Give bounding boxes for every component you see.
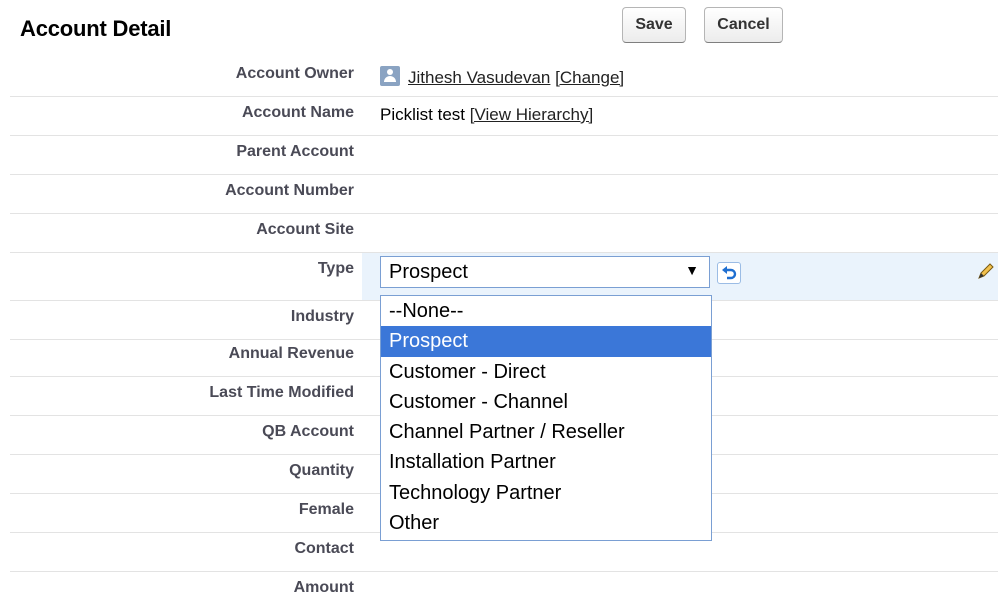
field-label: Account Number xyxy=(225,182,354,199)
option-customer-channel[interactable]: Customer - Channel xyxy=(381,387,711,417)
field-label: Annual Revenue xyxy=(228,345,354,362)
undo-icon[interactable] xyxy=(717,262,741,284)
owner-link[interactable]: Jithesh Vasudevan xyxy=(408,68,550,87)
type-select[interactable]: Prospect ▼ xyxy=(380,256,710,288)
pencil-icon[interactable] xyxy=(976,261,996,286)
field-label: Amount xyxy=(293,579,354,596)
option-customer-direct[interactable]: Customer - Direct xyxy=(381,357,711,387)
field-value: Picklist test [View Hierarchy] xyxy=(380,105,593,125)
field-row-account-owner: Account Owner Jithesh Vasudevan [Change] xyxy=(10,58,998,97)
user-avatar-icon xyxy=(380,66,400,86)
field-label: Quantity xyxy=(289,462,354,479)
option-none[interactable]: --None-- xyxy=(381,296,711,326)
type-dropdown-list[interactable]: --None-- Prospect Customer - Direct Cust… xyxy=(380,295,712,541)
dropdown-arrow-icon: ▼ xyxy=(685,262,699,278)
field-row-type: Type Prospect ▼ xyxy=(10,253,998,301)
field-row-parent-account[interactable]: Parent Account xyxy=(10,136,998,175)
field-value: Jithesh Vasudevan [Change] xyxy=(380,66,624,88)
option-installation-partner[interactable]: Installation Partner xyxy=(381,447,711,477)
field-row-account-number[interactable]: Account Number xyxy=(10,175,998,214)
account-name-value: Picklist test xyxy=(380,105,466,124)
field-row-account-site[interactable]: Account Site xyxy=(10,214,998,253)
field-label: Parent Account xyxy=(236,143,354,160)
cancel-button[interactable]: Cancel xyxy=(704,7,783,43)
save-button[interactable]: Save xyxy=(622,7,686,43)
view-hierarchy-link[interactable]: [View Hierarchy] xyxy=(470,105,593,124)
field-label: Account Name xyxy=(241,104,354,121)
field-label: Contact xyxy=(294,540,354,557)
field-row-amount[interactable]: Amount xyxy=(10,572,998,611)
option-technology-partner[interactable]: Technology Partner xyxy=(381,478,711,508)
field-row-account-name: Account Name Picklist test [View Hierarc… xyxy=(10,97,998,136)
option-channel-partner-reseller[interactable]: Channel Partner / Reseller xyxy=(381,417,711,447)
option-prospect[interactable]: Prospect xyxy=(381,326,711,357)
field-label: QB Account xyxy=(262,423,354,440)
page-title: Account Detail xyxy=(20,16,172,41)
field-label: Last Time Modified xyxy=(209,384,354,401)
type-selected-value: Prospect xyxy=(389,261,468,283)
change-owner-link[interactable]: [Change] xyxy=(555,68,624,87)
field-label: Account Site xyxy=(256,221,354,238)
field-label: Female xyxy=(298,501,354,518)
field-label: Type xyxy=(317,260,354,277)
field-label: Industry xyxy=(290,308,354,325)
option-other[interactable]: Other xyxy=(381,508,711,538)
field-label: Account Owner xyxy=(235,65,354,82)
